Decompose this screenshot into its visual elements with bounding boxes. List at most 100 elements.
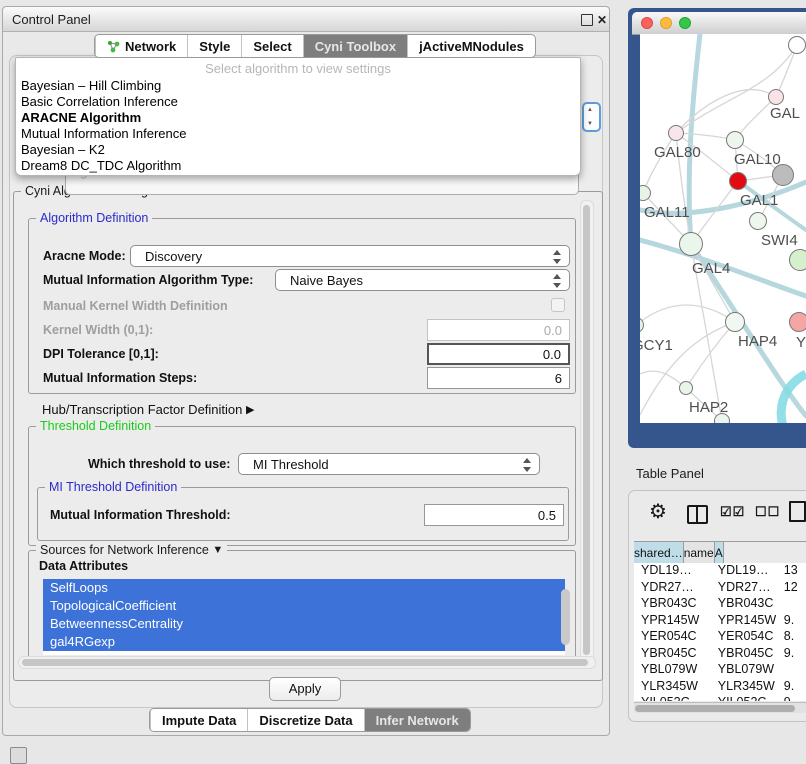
network-node[interactable] xyxy=(725,312,745,332)
data-attributes-list: SelfLoops TopologicalCoefficient Between… xyxy=(43,579,565,655)
mi-steps-label: Mutual Information Steps: xyxy=(43,371,197,385)
network-node-label: GAL11 xyxy=(644,204,690,221)
data-attribute-item[interactable]: gal4RGexp xyxy=(43,633,565,651)
settings-horizontal-scrollbar-thumb[interactable] xyxy=(22,659,588,666)
table-row[interactable]: YBR045C YBR045C 9. xyxy=(634,646,806,663)
network-node[interactable] xyxy=(679,232,703,256)
apply-button[interactable]: Apply xyxy=(269,677,341,701)
bottom-tabbar: Impute Data Discretize Data Infer Networ… xyxy=(149,708,471,732)
algorithm-option[interactable]: Bayesian – K2 xyxy=(20,142,576,158)
mi-type-value: Naive Bayes xyxy=(290,273,363,288)
network-node[interactable] xyxy=(789,312,806,332)
control-panel-tab[interactable]: Network xyxy=(95,35,187,57)
cell-name: YDR27… xyxy=(708,580,780,597)
minimized-panel-icon[interactable] xyxy=(10,747,27,764)
settings-horizontal-scrollbar[interactable] xyxy=(18,656,596,669)
tab-label: Infer Network xyxy=(376,713,459,728)
deselect-all-checkboxes-icon[interactable]: ☐☐ xyxy=(755,504,780,520)
bottom-tab[interactable]: Discretize Data xyxy=(247,709,363,731)
network-node[interactable] xyxy=(789,249,806,271)
algorithm-option[interactable]: Mutual Information Inference xyxy=(20,126,576,142)
table-row[interactable]: YDR27… YDR27… 12 xyxy=(634,580,806,597)
bottom-tab[interactable]: Infer Network xyxy=(364,709,470,731)
split-columns-icon[interactable] xyxy=(687,505,708,524)
algorithm-dropdown-popup: Select algorithm to view settings Bayesi… xyxy=(15,57,581,176)
cell-name: YIL052C xyxy=(708,695,780,701)
combo-stepper-icon xyxy=(552,273,561,289)
document-icon[interactable] xyxy=(789,501,806,522)
window-minimize-icon[interactable] xyxy=(660,17,672,29)
manual-kernel-checkbox[interactable] xyxy=(551,298,565,312)
algorithm-definition-group: Algorithm Definition Aracne Mode: Discov… xyxy=(28,218,576,394)
hub-definition-expander[interactable]: Hub/Transcription Factor Definition ▶ xyxy=(42,402,254,417)
table-horizontal-scrollbar-thumb[interactable] xyxy=(635,705,795,712)
network-node[interactable] xyxy=(749,212,767,230)
network-node[interactable] xyxy=(729,172,747,190)
settings-vertical-scrollbar-thumb[interactable] xyxy=(583,205,590,655)
table-horizontal-scrollbar[interactable] xyxy=(634,702,806,713)
network-node[interactable] xyxy=(679,381,693,395)
control-panel-tab[interactable]: Style xyxy=(187,35,241,57)
window-close-icon[interactable] xyxy=(641,17,653,29)
table-row[interactable]: YBR043C YBR043C xyxy=(634,596,806,613)
table-column-header[interactable]: name xyxy=(684,542,715,564)
table-column-header[interactable]: A xyxy=(715,542,724,564)
algorithm-option[interactable]: Bayesian – Hill Climbing xyxy=(20,78,576,94)
network-window-titlebar xyxy=(632,12,806,35)
aracne-mode-combo[interactable]: Discovery xyxy=(130,245,570,267)
which-threshold-combo[interactable]: MI Threshold xyxy=(238,453,540,475)
close-panel-icon[interactable]: ✕ xyxy=(597,14,607,26)
network-node-label: GAL80 xyxy=(654,144,701,161)
table-row[interactable]: YLR345W YLR345W 9. xyxy=(634,679,806,696)
tab-label: Discretize Data xyxy=(259,713,352,728)
attributes-list-scrollbar-thumb[interactable] xyxy=(561,589,570,645)
network-node[interactable] xyxy=(726,131,744,149)
collapse-down-arrow-icon[interactable]: ▼ xyxy=(212,544,223,556)
cell-name: YER054C xyxy=(708,629,780,646)
network-node[interactable] xyxy=(788,36,806,54)
cell-name: YDL19… xyxy=(708,563,780,580)
data-attribute-item[interactable]: BetweennessCentrality xyxy=(43,615,565,633)
table-body: YDL19… YDL19… 13 YDR27… YDR27… 12 YBR043… xyxy=(634,563,806,701)
bottom-tab[interactable]: Impute Data xyxy=(150,709,247,731)
aracne-mode-label: Aracne Mode: xyxy=(43,249,126,263)
cell-name: YBL079W xyxy=(708,662,780,679)
cell-shared-name: YBR045C xyxy=(634,646,708,663)
mi-steps-field[interactable]: 6 xyxy=(427,367,570,389)
network-node[interactable] xyxy=(772,164,794,186)
float-panel-icon[interactable] xyxy=(581,14,593,26)
mi-type-label: Mutual Information Algorithm Type: xyxy=(43,273,253,287)
control-panel-tab[interactable]: Select xyxy=(241,35,302,57)
table-row[interactable]: YPR145W YPR145W 9. xyxy=(634,613,806,630)
table-row[interactable]: YIL052C YIL052C 9. xyxy=(634,695,806,701)
algorithm-option[interactable]: Basic Correlation Inference xyxy=(20,94,576,110)
control-panel-tab[interactable]: Cyni Toolbox xyxy=(303,35,407,57)
algorithm-option[interactable]: ARACNE Algorithm xyxy=(20,110,576,126)
network-node[interactable] xyxy=(668,125,684,141)
cell-name: YPR145W xyxy=(708,613,780,630)
algorithm-option[interactable]: Dream8 DC_TDC Algorithm xyxy=(20,158,576,174)
kernel-width-label: Kernel Width (0,1): xyxy=(43,323,153,337)
mi-type-combo[interactable]: Naive Bayes xyxy=(275,269,570,291)
table-column-header[interactable]: shared… xyxy=(634,542,684,564)
cell-value: 9. xyxy=(780,646,806,663)
network-node-label: HAP4 xyxy=(738,333,777,350)
data-attribute-item[interactable]: SelfLoops xyxy=(43,579,565,597)
data-attribute-item[interactable]: TopologicalCoefficient xyxy=(43,597,565,615)
focused-combo-stepper[interactable]: ▲▼ xyxy=(582,102,601,132)
table-row[interactable]: YBL079W YBL079W xyxy=(634,662,806,679)
network-canvas[interactable]: GALGAL80GAL10GAL1GAL11GAL4SWI4GCY1HAP4YH… xyxy=(640,34,806,423)
control-panel-tab[interactable]: jActiveMNodules xyxy=(407,35,535,57)
window-zoom-icon[interactable] xyxy=(679,17,691,29)
kernel-width-field[interactable]: 0.0 xyxy=(427,319,570,341)
dpi-tolerance-label: DPI Tolerance [0,1]: xyxy=(43,347,159,361)
dpi-tolerance-field[interactable]: 0.0 xyxy=(427,343,570,365)
gear-icon[interactable]: ⚙ xyxy=(649,499,667,524)
table-row[interactable]: YER054C YER054C 8. xyxy=(634,629,806,646)
mi-threshold-field[interactable]: 0.5 xyxy=(424,504,564,526)
select-all-checkboxes-icon[interactable]: ☑☑ xyxy=(720,504,745,520)
network-node[interactable] xyxy=(768,89,784,105)
network-node[interactable] xyxy=(714,413,730,423)
settings-vertical-scrollbar[interactable] xyxy=(580,200,594,668)
table-row[interactable]: YDL19… YDL19… 13 xyxy=(634,563,806,580)
